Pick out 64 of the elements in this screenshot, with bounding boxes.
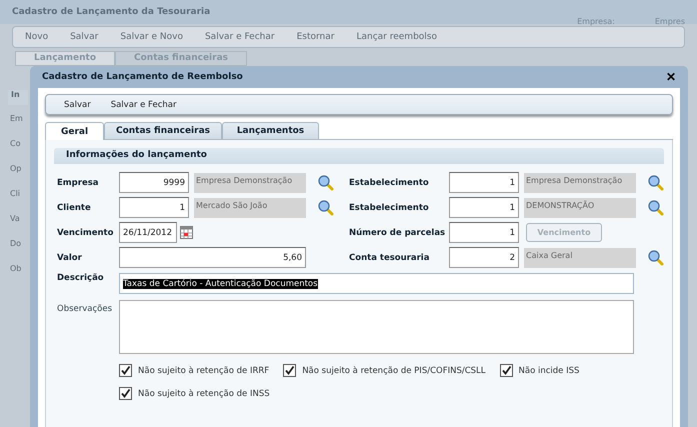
field-label: Estabelecimento	[349, 202, 430, 212]
lookup-name-field: Mercado São João	[194, 198, 306, 218]
magnifier-icon[interactable]	[648, 200, 664, 216]
field-label: Estabelecimento	[349, 178, 430, 188]
checkbox[interactable]	[119, 387, 132, 400]
field-label: Valor	[57, 252, 83, 262]
header-text: Empresa:	[577, 16, 615, 26]
toolbar-button[interactable]: Salvar e Fechar	[110, 100, 176, 110]
lookup-name-field: Empresa Demonstração	[524, 172, 636, 192]
toolbar-button[interactable]: Salvar	[64, 100, 91, 110]
field-label: Em	[10, 114, 23, 125]
field-label: Do	[10, 239, 22, 250]
lookup-name-field: Caixa Geral	[524, 248, 636, 268]
close-button[interactable]: ✕	[666, 70, 676, 84]
input-field[interactable]: 1	[449, 197, 519, 218]
field-label: Conta tesouraria	[349, 252, 430, 262]
calendar-icon[interactable]	[180, 226, 193, 239]
toolbar-button[interactable]: Novo	[25, 32, 48, 42]
magnifier-icon[interactable]	[648, 174, 664, 190]
section-header: In	[8, 90, 28, 105]
field-label: Observações	[57, 303, 114, 314]
checkbox-label: Não sujeito à retenção de INSS	[138, 388, 270, 398]
input-field[interactable]: 5,60	[119, 247, 306, 268]
field-label: Cliente	[57, 202, 92, 212]
field-label: Cli	[10, 189, 20, 200]
field-label: Co	[10, 139, 20, 150]
input-field[interactable]: 1	[119, 197, 189, 218]
toolbar-button[interactable]: Estornar	[296, 32, 334, 42]
checkbox-label: Não sujeito à retenção de PIS/COFINS/CSLL	[302, 366, 486, 376]
toolbar-button[interactable]: Salvar e Fechar	[204, 32, 275, 42]
tab[interactable]: Lançamentos	[222, 122, 319, 139]
checkbox-label: Não incide ISS	[518, 366, 580, 376]
toolbar-button[interactable]: Salvar e Novo	[120, 32, 183, 42]
field-label: Vencimento	[57, 228, 114, 238]
section-header: Informações do lançamento	[54, 148, 664, 164]
tab[interactable]: Geral	[45, 122, 104, 140]
input-field[interactable]: 2	[449, 247, 519, 268]
window-title: Cadastro de Lançamento da Tesouraria	[12, 7, 212, 17]
toolbar-button[interactable]: Lançar reembolso	[356, 32, 437, 42]
magnifier-icon[interactable]	[318, 200, 334, 216]
field-label: Descrição	[57, 273, 105, 283]
magnifier-icon[interactable]	[648, 250, 664, 266]
checkbox[interactable]	[500, 364, 513, 377]
checkbox[interactable]	[283, 364, 296, 377]
dialog-title: Cadastro de Lançamento de Reembolso	[42, 72, 244, 82]
field-label: Número de parcelas	[349, 228, 446, 238]
notes-field[interactable]	[119, 300, 634, 354]
tab[interactable]: Contas financeiras	[104, 122, 222, 139]
description-text: Taxas de Cartório - Autenticação Documentos	[123, 278, 318, 288]
checkbox[interactable]	[119, 364, 132, 377]
field-label: Empresa	[57, 178, 100, 188]
lookup-name-field: DEMONSTRAÇÃO	[524, 198, 636, 218]
field-label: Op	[10, 164, 22, 175]
toolbar-button[interactable]: Salvar	[70, 32, 98, 42]
input-field[interactable]: 1	[449, 172, 519, 193]
description-field[interactable]: Taxas de Cartório - Autenticação Documentos	[119, 273, 634, 294]
header-text: Empres	[654, 16, 685, 26]
checkbox-label: Não sujeito à retenção de IRRF	[138, 366, 270, 376]
input-field[interactable]: 9999	[119, 172, 189, 193]
magnifier-icon[interactable]	[318, 174, 334, 190]
field-label: Va	[10, 214, 20, 225]
lookup-name-field: Empresa Demonstração	[194, 172, 306, 192]
input-field[interactable]: 26/11/2012	[119, 222, 177, 243]
field-label: Ob	[10, 264, 22, 275]
